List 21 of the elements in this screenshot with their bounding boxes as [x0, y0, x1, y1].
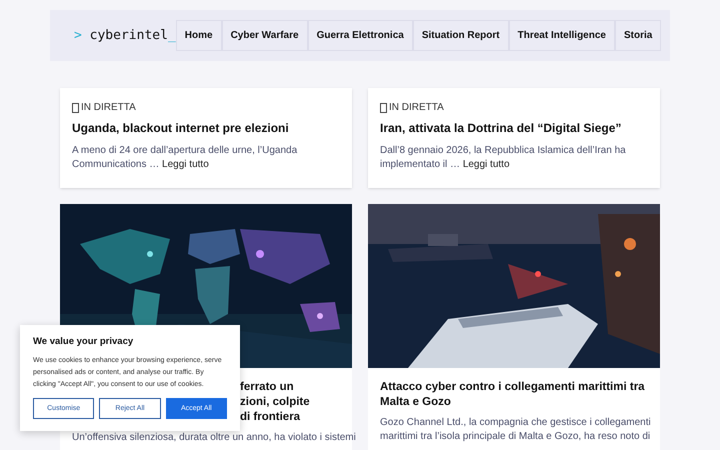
card-excerpt: A meno di 24 ore dall’apertura delle urne, l’Uganda Communications … Leggi tutto: [72, 144, 298, 172]
article-title: ferrato un zioni, colpite di frontiera: [240, 380, 310, 425]
nav-link[interactable]: Threat Intelligence: [508, 20, 615, 51]
site-logo[interactable]: > cyberintel_: [74, 26, 176, 46]
live-label: IN DIRETTA: [81, 101, 136, 115]
article-title: Attacco cyber contro i collegamenti marittimi tra Malta e Gozo: [380, 380, 645, 410]
live-label: IN DIRETTA: [389, 101, 444, 115]
cookie-title: We value your privacy: [33, 335, 134, 349]
nav-link[interactable]: Home: [176, 20, 222, 51]
article-excerpt: Gozo Channel Ltd., la compagnia che gestisce i collegamenti marittimi tra l’isola principale di Malta e Gozo, ha reso noto di: [379, 416, 652, 444]
nav-link[interactable]: Guerra Elettronica: [308, 20, 413, 51]
nav-link[interactable]: Situation Report: [412, 20, 509, 51]
card-title: Uganda, blackout internet pre elezioni: [72, 120, 290, 137]
read-more-link[interactable]: Leggi tutto: [162, 159, 209, 170]
read-more-link[interactable]: Leggi tutto: [462, 159, 510, 170]
card-title: Iran, attivata la Dottrina del “Digital Siege”: [380, 120, 622, 137]
card-excerpt: Dall’8 gennaio 2026, la Repubblica Islamica dell’Iran ha implementato il … Leggi tutto: [380, 144, 627, 172]
nav-link[interactable]: Cyber Warfare: [222, 20, 308, 51]
nav-link[interactable]: Storia: [614, 20, 662, 51]
live-icon: [380, 102, 387, 112]
live-icon: [72, 102, 79, 112]
